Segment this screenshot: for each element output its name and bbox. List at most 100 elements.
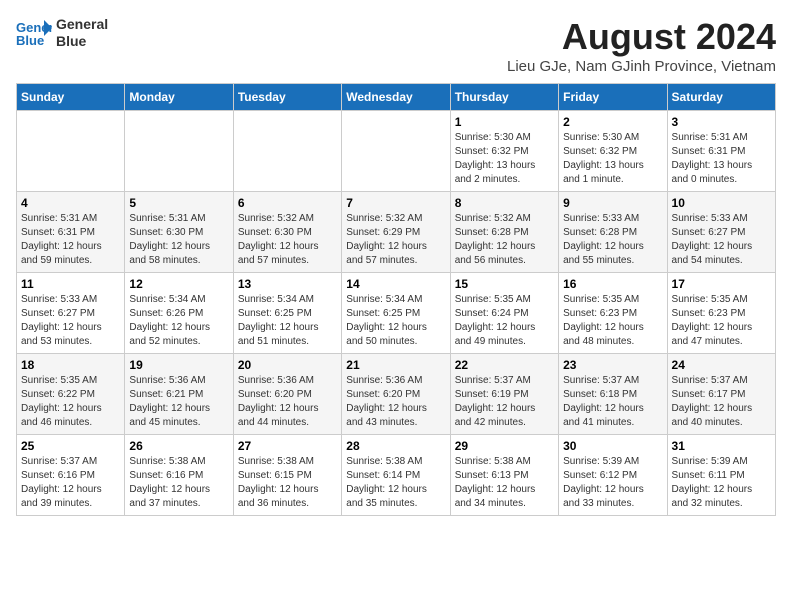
calendar-cell: 9 Sunrise: 5:33 AM Sunset: 6:28 PM Daylig… [559,192,667,273]
calendar-cell: 22 Sunrise: 5:37 AM Sunset: 6:19 PM Dayli… [450,354,558,435]
logo: General Blue General Blue [16,16,108,50]
day-number: 26 [129,439,228,453]
day-number: 31 [672,439,771,453]
day-info: Sunrise: 5:32 AM Sunset: 6:28 PM Dayligh… [455,212,554,268]
day-info: Sunrise: 5:33 AM Sunset: 6:28 PM Dayligh… [563,212,662,268]
day-header-saturday: Saturday [667,84,775,111]
day-number: 29 [455,439,554,453]
day-info: Sunrise: 5:36 AM Sunset: 6:20 PM Dayligh… [346,374,445,430]
calendar-cell: 16 Sunrise: 5:35 AM Sunset: 6:23 PM Dayli… [559,273,667,354]
day-number: 27 [238,439,337,453]
day-number: 21 [346,358,445,372]
days-row: SundayMondayTuesdayWednesdayThursdayFrid… [17,84,776,111]
day-number: 22 [455,358,554,372]
day-info: Sunrise: 5:32 AM Sunset: 6:29 PM Dayligh… [346,212,445,268]
day-info: Sunrise: 5:35 AM Sunset: 6:22 PM Dayligh… [21,374,120,430]
day-header-sunday: Sunday [17,84,125,111]
day-info: Sunrise: 5:35 AM Sunset: 6:24 PM Dayligh… [455,293,554,349]
day-number: 13 [238,277,337,291]
day-number: 23 [563,358,662,372]
day-number: 10 [672,196,771,210]
calendar-cell: 10 Sunrise: 5:33 AM Sunset: 6:27 PM Dayli… [667,192,775,273]
day-number: 20 [238,358,337,372]
week-row-4: 18 Sunrise: 5:35 AM Sunset: 6:22 PM Dayli… [17,354,776,435]
day-info: Sunrise: 5:37 AM Sunset: 6:19 PM Dayligh… [455,374,554,430]
calendar-cell [17,111,125,192]
day-number: 8 [455,196,554,210]
calendar-cell: 13Sunrise: 5:34 AM Sunset: 6:25 PM Dayli… [233,273,341,354]
calendar-cell: 8 Sunrise: 5:32 AM Sunset: 6:28 PM Daylig… [450,192,558,273]
calendar-cell: 3Sunrise: 5:31 AM Sunset: 6:31 PM Daylig… [667,111,775,192]
day-info: Sunrise: 5:35 AM Sunset: 6:23 PM Dayligh… [672,293,771,349]
page-header: General Blue General Blue August 2024 Li… [16,16,776,75]
day-info: Sunrise: 5:38 AM Sunset: 6:13 PM Dayligh… [455,455,554,511]
week-row-1: 1Sunrise: 5:30 AM Sunset: 6:32 PM Daylig… [17,111,776,192]
day-number: 15 [455,277,554,291]
day-info: Sunrise: 5:35 AM Sunset: 6:23 PM Dayligh… [563,293,662,349]
day-number: 19 [129,358,228,372]
calendar-cell: 26 Sunrise: 5:38 AM Sunset: 6:16 PM Dayli… [125,435,233,516]
subtitle: Lieu GJe, Nam GJinh Province, Vietnam [507,58,776,75]
day-header-friday: Friday [559,84,667,111]
calendar-cell: 5Sunrise: 5:31 AM Sunset: 6:30 PM Daylig… [125,192,233,273]
day-info: Sunrise: 5:31 AM Sunset: 6:30 PM Dayligh… [129,212,228,268]
calendar-table: SundayMondayTuesdayWednesdayThursdayFrid… [16,83,776,516]
calendar-cell: 27 Sunrise: 5:38 AM Sunset: 6:15 PM Dayli… [233,435,341,516]
calendar-cell: 4Sunrise: 5:31 AM Sunset: 6:31 PM Daylig… [17,192,125,273]
calendar-cell: 25Sunrise: 5:37 AM Sunset: 6:16 PM Dayli… [17,435,125,516]
day-info: Sunrise: 5:38 AM Sunset: 6:15 PM Dayligh… [238,455,337,511]
day-info: Sunrise: 5:33 AM Sunset: 6:27 PM Dayligh… [672,212,771,268]
calendar-cell: 14 Sunrise: 5:34 AM Sunset: 6:25 PM Dayli… [342,273,450,354]
day-number: 1 [455,115,554,129]
day-info: Sunrise: 5:39 AM Sunset: 6:11 PM Dayligh… [672,455,771,511]
calendar-cell: 29 Sunrise: 5:38 AM Sunset: 6:13 PM Dayli… [450,435,558,516]
calendar-cell: 20 Sunrise: 5:36 AM Sunset: 6:20 PM Dayli… [233,354,341,435]
day-header-wednesday: Wednesday [342,84,450,111]
day-number: 2 [563,115,662,129]
day-number: 24 [672,358,771,372]
calendar-cell: 19 Sunrise: 5:36 AM Sunset: 6:21 PM Dayli… [125,354,233,435]
calendar-cell: 15 Sunrise: 5:35 AM Sunset: 6:24 PM Dayli… [450,273,558,354]
day-number: 12 [129,277,228,291]
day-info: Sunrise: 5:36 AM Sunset: 6:21 PM Dayligh… [129,374,228,430]
calendar-cell: 12Sunrise: 5:34 AM Sunset: 6:26 PM Dayli… [125,273,233,354]
day-header-monday: Monday [125,84,233,111]
day-info: Sunrise: 5:33 AM Sunset: 6:27 PM Dayligh… [21,293,120,349]
day-number: 6 [238,196,337,210]
calendar-cell: 1Sunrise: 5:30 AM Sunset: 6:32 PM Daylig… [450,111,558,192]
calendar-cell: 31 Sunrise: 5:39 AM Sunset: 6:11 PM Dayli… [667,435,775,516]
day-info: Sunrise: 5:37 AM Sunset: 6:16 PM Dayligh… [21,455,120,511]
day-number: 18 [21,358,120,372]
main-title: August 2024 [507,16,776,58]
calendar-cell: 2Sunrise: 5:30 AM Sunset: 6:32 PM Daylig… [559,111,667,192]
day-number: 28 [346,439,445,453]
week-row-3: 11Sunrise: 5:33 AM Sunset: 6:27 PM Dayli… [17,273,776,354]
day-info: Sunrise: 5:36 AM Sunset: 6:20 PM Dayligh… [238,374,337,430]
day-number: 4 [21,196,120,210]
day-number: 9 [563,196,662,210]
calendar-cell: 28 Sunrise: 5:38 AM Sunset: 6:14 PM Dayli… [342,435,450,516]
day-info: Sunrise: 5:38 AM Sunset: 6:14 PM Dayligh… [346,455,445,511]
calendar-body: 1Sunrise: 5:30 AM Sunset: 6:32 PM Daylig… [17,111,776,516]
calendar-cell: 23 Sunrise: 5:37 AM Sunset: 6:18 PM Dayli… [559,354,667,435]
day-header-tuesday: Tuesday [233,84,341,111]
day-info: Sunrise: 5:34 AM Sunset: 6:25 PM Dayligh… [346,293,445,349]
calendar-cell: 24Sunrise: 5:37 AM Sunset: 6:17 PM Dayli… [667,354,775,435]
calendar-cell: 21 Sunrise: 5:36 AM Sunset: 6:20 PM Dayli… [342,354,450,435]
week-row-2: 4Sunrise: 5:31 AM Sunset: 6:31 PM Daylig… [17,192,776,273]
day-info: Sunrise: 5:37 AM Sunset: 6:18 PM Dayligh… [563,374,662,430]
title-section: August 2024 Lieu GJe, Nam GJinh Province… [507,16,776,75]
calendar-cell [233,111,341,192]
day-number: 17 [672,277,771,291]
day-number: 7 [346,196,445,210]
day-info: Sunrise: 5:38 AM Sunset: 6:16 PM Dayligh… [129,455,228,511]
calendar-cell: 17 Sunrise: 5:35 AM Sunset: 6:23 PM Dayli… [667,273,775,354]
calendar-cell [342,111,450,192]
calendar-header: SundayMondayTuesdayWednesdayThursdayFrid… [17,84,776,111]
logo-text-general: General [56,16,108,33]
calendar-cell: 7 Sunrise: 5:32 AM Sunset: 6:29 PM Daylig… [342,192,450,273]
calendar-cell: 30Sunrise: 5:39 AM Sunset: 6:12 PM Dayli… [559,435,667,516]
day-number: 16 [563,277,662,291]
day-number: 3 [672,115,771,129]
day-number: 14 [346,277,445,291]
